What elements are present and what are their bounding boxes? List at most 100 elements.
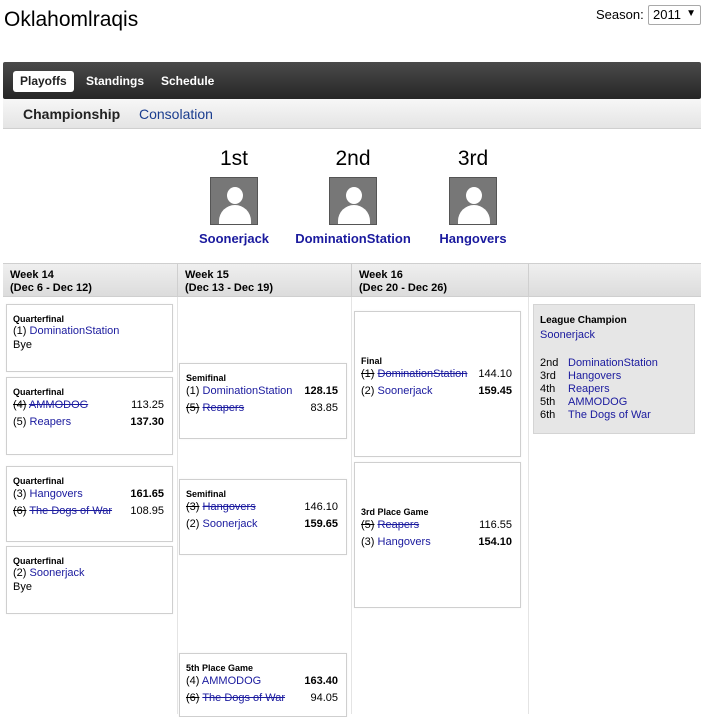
team-link[interactable]: DominationStation — [378, 368, 468, 380]
team-link[interactable]: AMMODOG — [202, 675, 261, 687]
score: 154.10 — [478, 536, 512, 548]
seed: (1) — [13, 325, 27, 337]
score: 137.30 — [130, 416, 164, 428]
match-title: Quarterfinal — [13, 314, 65, 324]
tab-championship[interactable]: Championship — [23, 106, 120, 122]
week-name: Week 16 — [359, 269, 403, 281]
team-link[interactable]: Reapers — [568, 383, 610, 396]
rank-row: 3rd Hangovers — [540, 370, 688, 383]
score: 146.10 — [304, 501, 338, 513]
tab-schedule[interactable]: Schedule — [154, 71, 221, 92]
team-link[interactable]: DominationStation — [288, 231, 418, 246]
week-header: Week 14 (Dec 6 - Dec 12) — [3, 264, 178, 296]
seed: (6) — [13, 505, 27, 517]
week-header-blank — [529, 263, 701, 297]
team-link[interactable]: Hangovers — [378, 536, 431, 548]
rank-place: 2nd — [540, 357, 559, 369]
rank-row: 6th The Dogs of War — [540, 409, 688, 422]
tab-playoffs[interactable]: Playoffs — [13, 71, 74, 92]
team-link[interactable]: Soonerjack — [169, 231, 299, 246]
team-link[interactable]: Reapers — [30, 416, 72, 428]
team-link[interactable]: Hangovers — [568, 370, 621, 383]
match-final: Final (1) DominationStation 144.10 (2) S… — [354, 311, 521, 457]
rank-row: 5th AMMODOG — [540, 396, 688, 409]
seed: (5) — [361, 519, 375, 531]
week-header-bar: Week 14 (Dec 6 - Dec 12) Week 15 (Dec 13… — [3, 263, 529, 297]
team-link[interactable]: Soonerjack — [30, 567, 85, 579]
seed: (1) — [186, 385, 200, 397]
match-third-place: 3rd Place Game (5) Reapers 116.55 (3) Ha… — [354, 462, 521, 608]
team-link[interactable]: AMMODOG — [29, 399, 88, 411]
team-link[interactable]: The Dogs of War — [568, 409, 651, 422]
podium-first: 1st Soonerjack — [169, 147, 299, 246]
tab-standings[interactable]: Standings — [79, 71, 151, 92]
team-link[interactable]: Hangovers — [30, 488, 83, 500]
matchup-row: (3) Hangovers 146.10 — [186, 499, 340, 516]
match-quarterfinal: Quarterfinal (2) Soonerjack Bye — [6, 546, 173, 614]
match-title: Quarterfinal — [13, 476, 65, 486]
avatar[interactable] — [210, 177, 258, 225]
tab-consolation[interactable]: Consolation — [139, 106, 213, 122]
team-link[interactable]: DominationStation — [30, 325, 120, 337]
match-title: 3rd Place Game — [361, 507, 429, 517]
podium-third: 3rd Hangovers — [408, 147, 538, 246]
match-title: Semifinal — [186, 373, 227, 383]
matchup-row: (1) DominationStation 128.15 — [186, 383, 340, 400]
chevron-down-icon: ▼ — [686, 8, 696, 19]
league-champion-panel: League Champion Soonerjack 2nd Dominatio… — [533, 304, 695, 434]
match-quarterfinal: Quarterfinal (3) Hangovers 161.65 (6) Th… — [6, 466, 173, 542]
seed: (3) — [13, 488, 27, 500]
seed: (4) — [13, 399, 27, 411]
team-link[interactable]: Soonerjack — [203, 518, 258, 530]
team-link[interactable]: Reapers — [203, 402, 245, 414]
week-dates: (Dec 20 - Dec 26) — [359, 282, 448, 294]
team-link[interactable]: DominationStation — [568, 357, 658, 370]
matchup-row: (5) Reapers 83.85 — [186, 400, 340, 417]
rank-place: 5th — [540, 396, 556, 408]
team-link[interactable]: Soonerjack — [378, 385, 433, 397]
team-link[interactable]: DominationStation — [203, 385, 293, 397]
column-divider — [177, 297, 178, 714]
team-link[interactable]: Reapers — [378, 519, 420, 531]
team-link[interactable]: The Dogs of War — [202, 692, 285, 704]
matchup-row: (4) AMMODOG 113.25 — [13, 397, 166, 414]
season-select[interactable]: 2011 ▼ — [648, 5, 701, 25]
match-fifth-place: 5th Place Game (4) AMMODOG 163.40 (6) Th… — [179, 653, 347, 717]
week-name: Week 15 — [185, 269, 229, 281]
match-title: 5th Place Game — [186, 663, 254, 673]
place-label: 1st — [219, 147, 248, 170]
match-title: Quarterfinal — [13, 556, 65, 566]
seed: (5) — [186, 402, 200, 414]
match-seed-team: (1) DominationStation — [13, 324, 166, 338]
team-link[interactable]: Hangovers — [408, 231, 538, 246]
avatar[interactable] — [449, 177, 497, 225]
team-link[interactable]: Hangovers — [203, 501, 256, 513]
place-label: 3rd — [457, 147, 489, 170]
podium-second: 2nd DominationStation — [288, 147, 418, 246]
seed: (2) — [186, 518, 200, 530]
score: 113.25 — [131, 399, 164, 411]
week-dates: (Dec 6 - Dec 12) — [10, 282, 92, 294]
match-quarterfinal: Quarterfinal (4) AMMODOG 113.25 (5) Reap… — [6, 377, 173, 455]
rank-row: 4th Reapers — [540, 383, 688, 396]
score: 163.40 — [304, 675, 338, 687]
avatar[interactable] — [329, 177, 377, 225]
rank-place: 4th — [540, 383, 556, 395]
score: 94.05 — [310, 692, 338, 704]
league-title: Oklahomlraqis — [4, 8, 139, 31]
seed: (6) — [186, 692, 200, 704]
match-title: Semifinal — [186, 489, 227, 499]
champion-team-link[interactable]: Soonerjack — [540, 329, 688, 341]
column-divider — [351, 297, 352, 714]
team-link[interactable]: The Dogs of War — [29, 505, 112, 517]
match-title: Final — [361, 356, 383, 366]
champion-title: League Champion — [540, 315, 627, 326]
score: 161.65 — [130, 488, 164, 500]
score: 144.10 — [478, 368, 512, 380]
week-dates: (Dec 13 - Dec 19) — [185, 282, 274, 294]
place-label: 2nd — [335, 147, 371, 170]
matchup-row: (2) Soonerjack 159.65 — [186, 516, 340, 533]
team-link[interactable]: AMMODOG — [568, 396, 627, 409]
score: 116.55 — [479, 519, 512, 531]
score: 128.15 — [304, 385, 338, 397]
